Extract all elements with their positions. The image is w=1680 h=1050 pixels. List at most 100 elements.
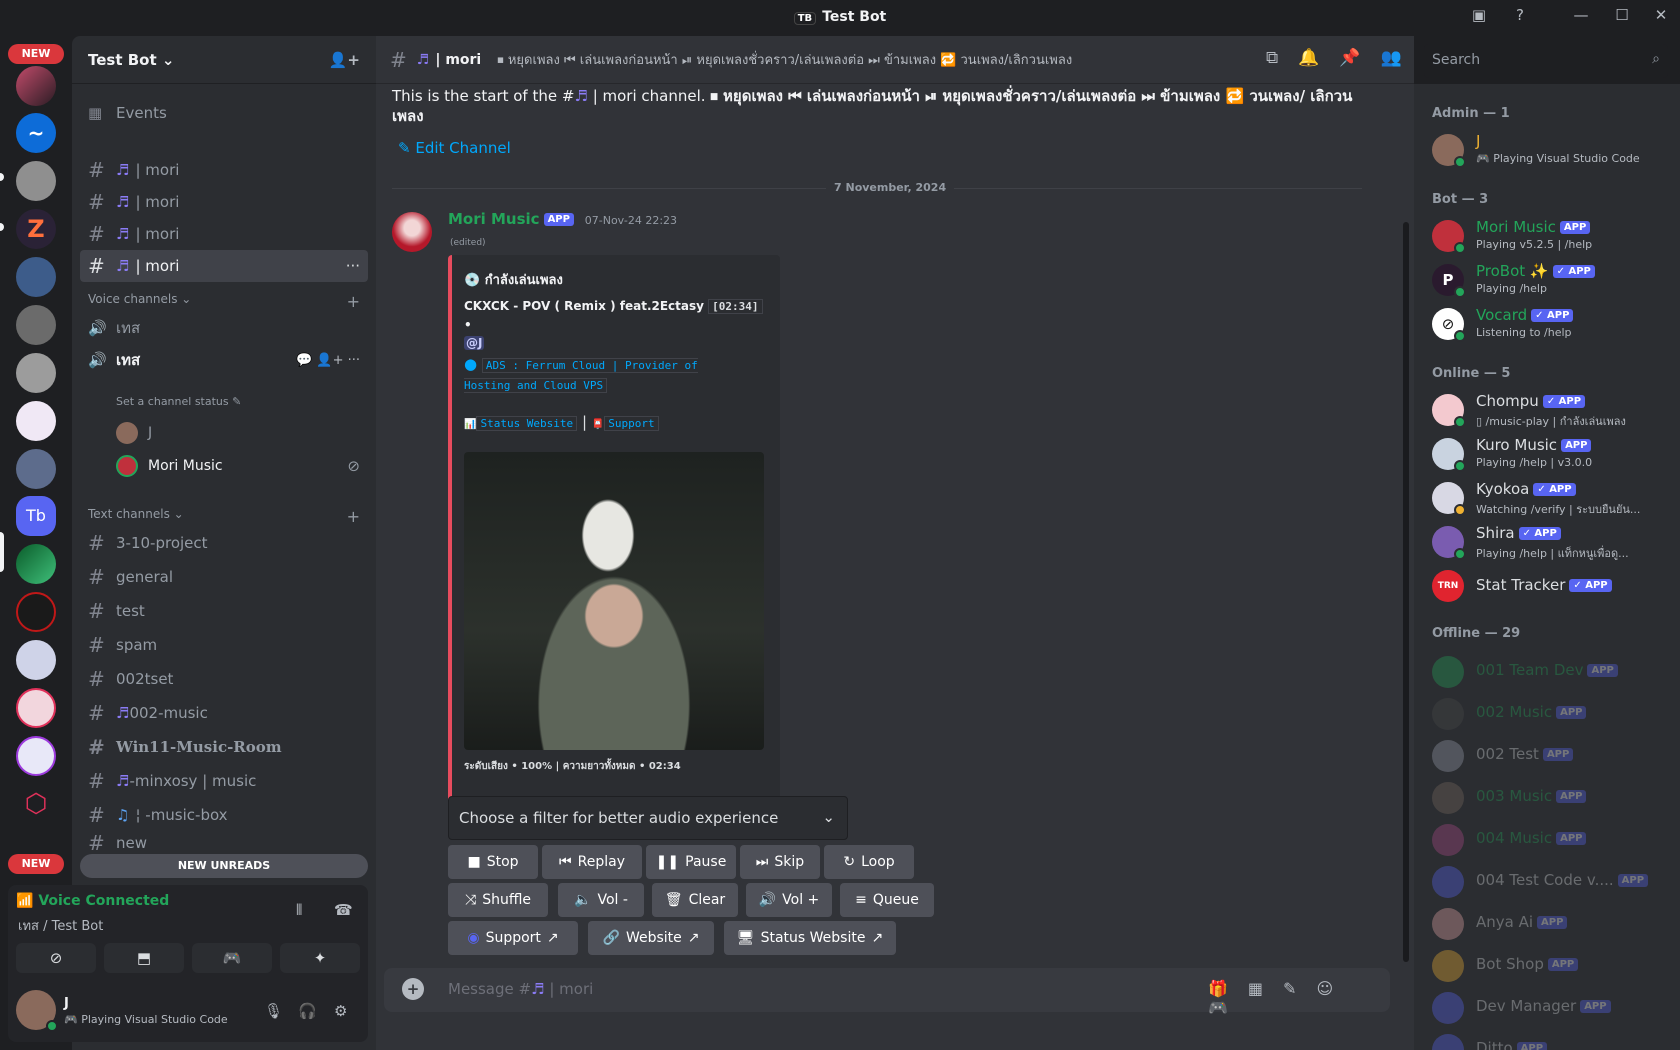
audio-filter-select[interactable]: Choose a filter for better audio experie… (448, 796, 848, 840)
microphone-icon[interactable]: 🎙 (264, 1002, 283, 1020)
server-icon[interactable] (16, 353, 56, 393)
server-icon[interactable] (16, 66, 56, 106)
headphones-icon[interactable]: 🎧 (298, 1002, 317, 1020)
member-chompu[interactable]: Chompu ✓ APP ▯ /music-play | กำลังเล่นเพลง (1432, 392, 1672, 434)
voice-location[interactable]: เทส / Test Bot (18, 915, 103, 936)
search-input[interactable]: Search ⌕ (1424, 44, 1668, 78)
pause-button[interactable]: ❚❚ Pause (646, 845, 736, 879)
member-mori-music[interactable]: Mori Music APP Playing v5.2.5 | /help (1432, 218, 1672, 260)
voice-category[interactable]: Voice channels ⌄ + (88, 292, 360, 311)
member-offline[interactable]: 002 Music APP (1432, 696, 1672, 738)
voice-channel-1[interactable]: 🔊 เทส (80, 312, 368, 344)
guild-name[interactable]: Test Bot ⌄ (88, 51, 174, 69)
member-offline[interactable]: 003 Music APP (1432, 780, 1672, 822)
channel-spam[interactable]: # spam (80, 629, 368, 661)
voice-actions-icon[interactable]: 💬 👤+ ··· (296, 353, 360, 368)
channel-status-hint[interactable]: Set a channel status ✎ (116, 395, 241, 408)
new-unreads-pill[interactable]: NEW UNREADS (80, 854, 368, 878)
user-name[interactable]: J (64, 996, 69, 1011)
add-attachment-icon[interactable]: + (402, 978, 424, 1000)
member-kyokoa[interactable]: Kyokoa ✓ APP Watching /verify | ระบบยืนยัน… (1432, 480, 1672, 522)
clear-button[interactable]: 🗑 Clear (652, 883, 738, 917)
channel-minxosy-music[interactable]: # ♬ -minxosy | music (80, 765, 368, 797)
channel-new[interactable]: # new (80, 833, 368, 853)
member-offline[interactable]: Bot Shop APP (1432, 948, 1672, 990)
member-stat-tracker[interactable]: TRN Stat Tracker ✓ APP (1432, 568, 1672, 610)
server-icon[interactable] (16, 257, 56, 297)
channel-music-box[interactable]: # ♫ ¦ -music-box (80, 799, 368, 831)
member-offline[interactable]: 002 Test APP (1432, 738, 1672, 780)
channel-002-music[interactable]: # ♬ 002-music (80, 697, 368, 729)
invite-icon[interactable]: 👤+ (329, 51, 360, 69)
events-item[interactable]: ▦ Events (80, 97, 368, 129)
channel-3-10-project[interactable]: #3-10-project (80, 527, 368, 559)
header-toolbar-icons[interactable]: ⧉🔔📌👥 (1266, 48, 1422, 68)
member-offline[interactable]: Dev Manager APP (1432, 990, 1672, 1032)
chat-scrollbar[interactable] (1403, 222, 1409, 962)
text-category[interactable]: Text channels ⌄ + (88, 507, 360, 526)
soundboard-icon[interactable]: ⫴ (296, 901, 302, 919)
stop-button[interactable]: ■ Stop (448, 845, 538, 879)
server-icon[interactable] (16, 736, 56, 776)
server-icon[interactable] (16, 544, 56, 584)
member-vocard[interactable]: ⊘ Vocard ✓ APP Listening to /help (1432, 306, 1672, 348)
channel-mori-active[interactable]: # ♬ | mori ··· (80, 250, 368, 282)
server-icon[interactable] (16, 161, 56, 201)
server-icon[interactable]: ~ (16, 113, 56, 153)
user-mention[interactable]: @J (464, 336, 485, 350)
avatar[interactable] (392, 212, 432, 252)
channel-002tset[interactable]: #002tset (80, 663, 368, 695)
screen-share-button[interactable]: ⬒ (104, 943, 184, 973)
status-website-link-button[interactable]: 🖥 Status Website ↗ (724, 921, 896, 955)
message-input[interactable]: Message #♬ | mori (448, 980, 593, 998)
help-icon[interactable]: ? (1507, 6, 1533, 30)
volume-down-button[interactable]: 🔈 Vol - (558, 883, 644, 917)
member-offline[interactable]: Ditto APP (1432, 1032, 1672, 1050)
message-composer[interactable]: + Message #♬ | mori 🎁▦✎☺🎮 (384, 968, 1390, 1017)
server-icon[interactable] (16, 640, 56, 680)
volume-up-button[interactable]: 🔊 Vol + (746, 883, 832, 917)
member-probot[interactable]: P ProBot ✨ ✓ APP Playing /help (1432, 262, 1672, 304)
voice-user-j[interactable]: J (116, 421, 360, 445)
server-icon[interactable] (16, 449, 56, 489)
channel-topic[interactable]: ⏹ หยุดเพลง ⏮ เล่นเพลงก่อนหน้า ⏯ หยุดเพลง… (497, 49, 1072, 70)
replay-button[interactable]: ⏮ Replay (542, 845, 642, 879)
camera-off-button[interactable]: ⊘ (16, 943, 96, 973)
disconnect-icon[interactable]: ☎ (334, 901, 353, 919)
add-channel-icon[interactable]: + (347, 292, 360, 311)
close-button[interactable]: ✕ (1648, 6, 1674, 30)
member-offline[interactable]: 004 Music APP (1432, 822, 1672, 864)
inbox-icon[interactable]: ▣ (1466, 6, 1492, 30)
voice-channel-2[interactable]: 🔊 เทส 💬 👤+ ··· (80, 344, 368, 376)
member-offline[interactable]: 004 Test Code v.... APP (1432, 864, 1672, 906)
member-kuro-music[interactable]: Kuro Music APP Playing /help | v3.0.0 (1432, 436, 1672, 478)
loop-button[interactable]: ↻ Loop (824, 845, 914, 879)
guild-header[interactable]: Test Bot ⌄ 👤+ (72, 36, 376, 84)
channel-mori-1[interactable]: # ♬ | mori (80, 154, 368, 186)
activity-button[interactable]: 🎮 (192, 943, 272, 973)
member-shira[interactable]: Shira ✓ APP Playing /help | แท็กหนูเพื่อดู… (1432, 524, 1672, 566)
server-icon[interactable] (16, 688, 56, 728)
channel-win11-music-room[interactable]: # Win11-Music-Room (80, 731, 368, 763)
soundboard-button[interactable]: ✦ (280, 943, 360, 973)
voice-user-mori[interactable]: Mori Music ⊘ (116, 454, 360, 478)
member-offline[interactable]: Anya Ai APP (1432, 906, 1672, 948)
member-j[interactable]: J 🎮 Playing Visual Studio Code (1432, 132, 1672, 174)
composer-toolbar-icons[interactable]: 🎁▦✎☺🎮 (1208, 979, 1390, 1017)
test-bot-server-icon[interactable]: Tb (16, 496, 56, 536)
settings-gear-icon[interactable]: ⚙ (334, 1002, 347, 1020)
member-offline[interactable]: 001 Team Dev APP (1432, 654, 1672, 696)
shuffle-button[interactable]: ⤨ Shuffle (448, 883, 548, 917)
minimize-button[interactable]: — (1568, 6, 1594, 30)
channel-mori-2[interactable]: # ♬ | mori (80, 186, 368, 218)
queue-button[interactable]: ≡ Queue (840, 883, 934, 917)
channel-test[interactable]: # test (80, 595, 368, 627)
message-author[interactable]: Mori Music (448, 210, 540, 228)
album-art-image[interactable] (464, 452, 764, 750)
maximize-button[interactable]: ☐ (1609, 6, 1635, 30)
edit-channel-link[interactable]: ✎ Edit Channel (398, 139, 511, 157)
skip-button[interactable]: ⏭ Skip (740, 845, 820, 879)
voice-connected-status[interactable]: 📶 Voice Connected (16, 893, 169, 909)
more-options-icon[interactable]: ··· (346, 257, 360, 275)
server-icon[interactable] (16, 592, 56, 632)
